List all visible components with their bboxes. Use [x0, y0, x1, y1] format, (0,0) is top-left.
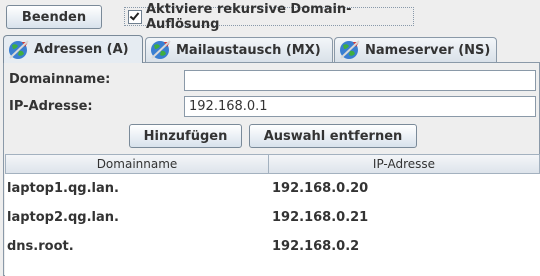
cell-ip: 192.168.0.21: [272, 210, 369, 225]
globe-icon: [151, 40, 171, 59]
ip-address-label: IP-Adresse:: [9, 99, 93, 114]
tab-nameserver[interactable]: Nameserver (NS): [334, 37, 497, 62]
ip-address-input[interactable]: [184, 96, 536, 117]
records-table: Domainname IP-Adresse laptop1.qg.lan. 19…: [5, 154, 540, 276]
cell-domain: laptop2.qg.lan.: [7, 210, 119, 225]
globe-icon: [9, 39, 29, 59]
cell-ip: 192.168.0.2: [272, 239, 360, 254]
recursive-resolution-label: Aktiviere rekursive Domain-Auflösung: [146, 1, 352, 32]
table-row[interactable]: laptop1.qg.lan. 192.168.0.20: [5, 174, 540, 203]
tab-addresses-label: Adressen (A): [34, 42, 129, 57]
table-header: Domainname IP-Adresse: [5, 154, 540, 174]
checkbox-checked-icon[interactable]: [128, 9, 142, 24]
tab-nameserver-label: Nameserver (NS): [365, 42, 491, 58]
record-type-tabs: Adressen (A) Mailaustausch (MX) Nameserv…: [3, 35, 540, 63]
tab-addresses[interactable]: Adressen (A): [3, 35, 143, 63]
table-row[interactable]: dns.root. 192.168.0.2: [5, 232, 540, 261]
domain-name-label: Domainname:: [9, 72, 111, 87]
cell-domain: laptop1.qg.lan.: [7, 181, 119, 196]
column-header-domain[interactable]: Domainname: [5, 154, 269, 174]
cell-ip: 192.168.0.20: [272, 181, 369, 196]
recursive-resolution-checkbox[interactable]: Aktiviere rekursive Domain-Auflösung: [124, 2, 414, 32]
tab-mail-exchange-label: Mailaustausch (MX): [176, 42, 321, 58]
cell-domain: dns.root.: [7, 239, 74, 254]
table-row[interactable]: laptop2.qg.lan. 192.168.0.21: [5, 203, 540, 232]
quit-button[interactable]: Beenden: [6, 5, 102, 29]
domain-name-input[interactable]: [184, 70, 536, 91]
add-button[interactable]: Hinzufügen: [129, 124, 242, 148]
globe-icon: [340, 40, 360, 59]
column-header-ip[interactable]: IP-Adresse: [269, 154, 540, 174]
tab-mail-exchange[interactable]: Mailaustausch (MX): [145, 37, 333, 62]
remove-selection-button[interactable]: Auswahl entfernen: [249, 124, 417, 148]
